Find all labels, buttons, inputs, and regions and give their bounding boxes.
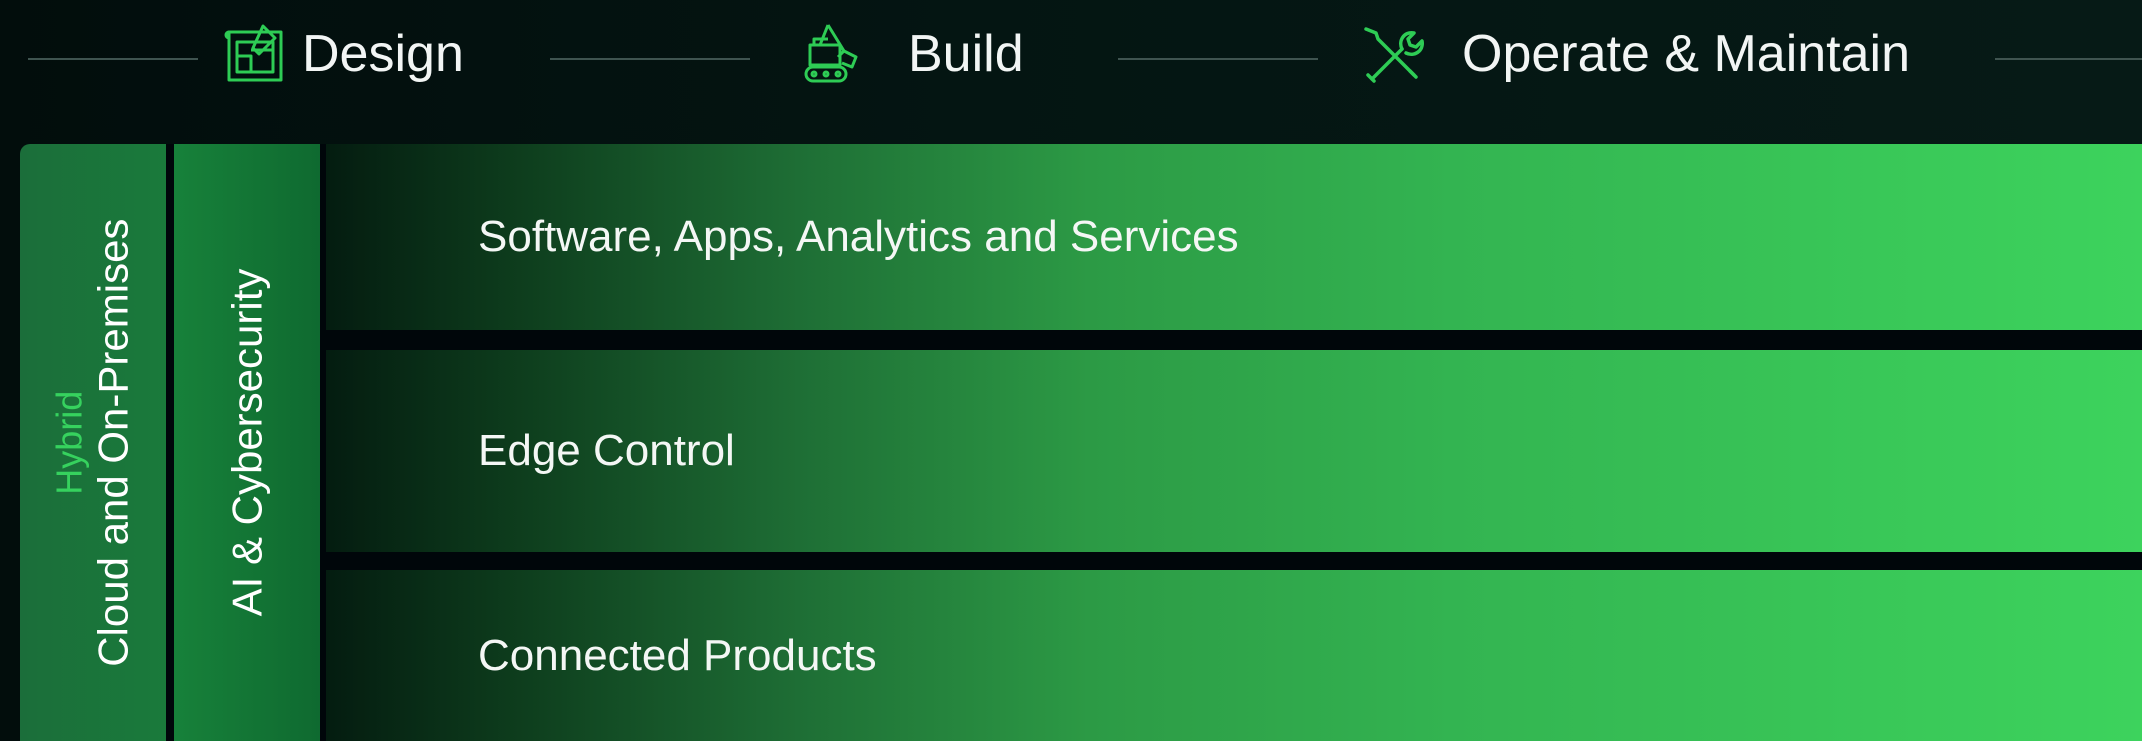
divider-line — [550, 58, 750, 60]
blueprint-icon — [222, 21, 288, 87]
phase-label: Design — [302, 25, 464, 83]
layer-connected-products: Connected Products — [326, 570, 2142, 741]
layer-edge-control: Edge Control — [326, 350, 2142, 552]
layer-label: Edge Control — [478, 426, 735, 475]
phase-operate-maintain: Operate & Maintain — [1358, 14, 1910, 94]
excavator-icon — [802, 21, 868, 87]
divider-line — [1995, 58, 2142, 60]
tools-icon — [1358, 21, 1424, 87]
phase-label: Operate & Maintain — [1462, 25, 1911, 83]
ai-cybersecurity-label: AI & Cybersecurity — [223, 268, 271, 617]
divider-line — [1118, 58, 1318, 60]
layer-label: Connected Products — [478, 630, 877, 680]
phase-build: Build — [802, 14, 1024, 94]
lifecycle-phase-bar: Design Build Operate & Maintain — [0, 0, 2142, 120]
layer-software-apps: Software, Apps, Analytics and Services — [326, 144, 2142, 330]
phase-design: Design — [222, 14, 464, 94]
architecture-panel: Hybrid Cloud and On-Premises AI & Cybers… — [20, 144, 2142, 741]
hybrid-label: Hybrid — [48, 390, 90, 495]
layer-label: Software, Apps, Analytics and Services — [478, 212, 1239, 261]
phase-label: Build — [908, 25, 1024, 83]
hybrid-cloud-column: Hybrid Cloud and On-Premises — [20, 144, 166, 741]
ai-cybersecurity-column: AI & Cybersecurity — [174, 144, 320, 741]
divider-line — [28, 58, 198, 60]
cloud-on-premises-label: Cloud and On-Premises — [89, 218, 137, 667]
